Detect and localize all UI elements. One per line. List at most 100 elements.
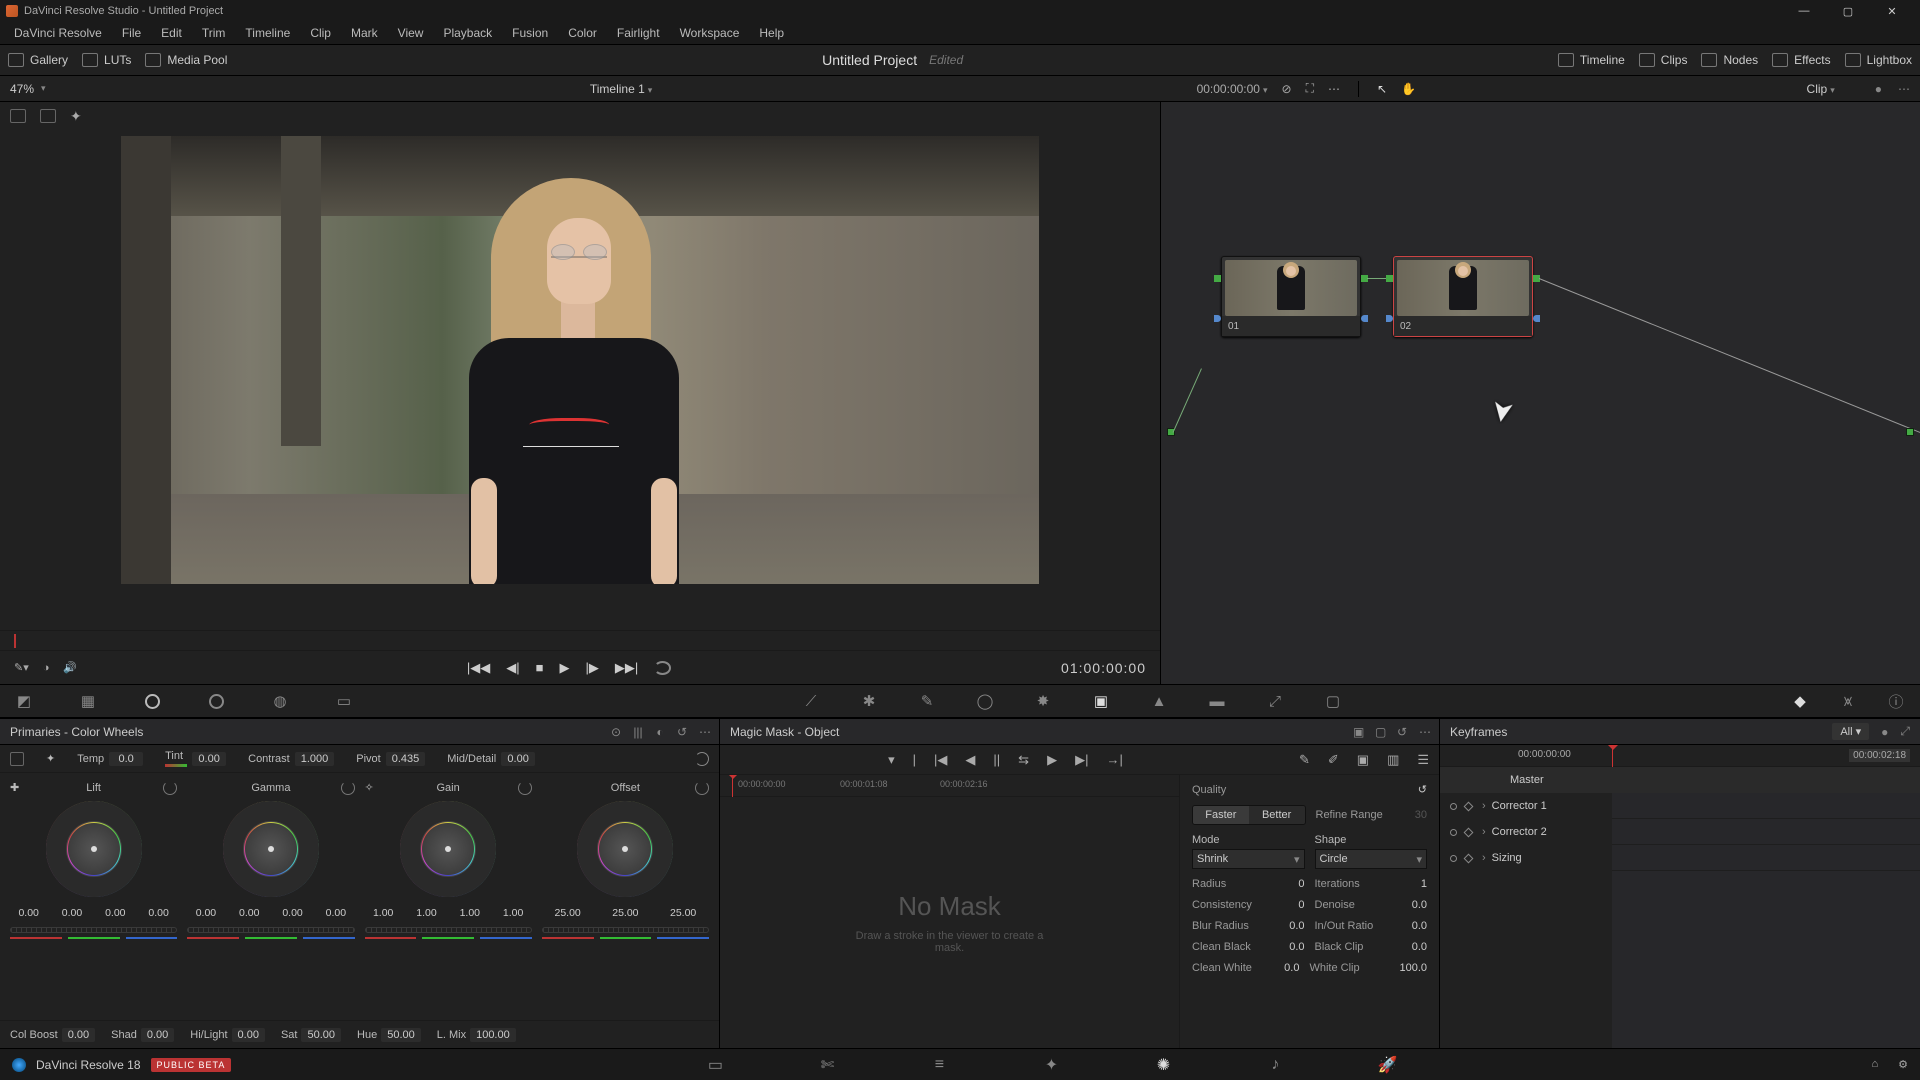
menu-clip[interactable]: Clip: [300, 24, 341, 42]
picker-icon[interactable]: ✧: [365, 781, 379, 795]
menu-playback[interactable]: Playback: [433, 24, 502, 42]
minimize-button[interactable]: —: [1782, 0, 1826, 22]
log-mode-icon[interactable]: ◐: [655, 725, 665, 739]
project-settings-icon[interactable]: ⚙: [1898, 1058, 1908, 1071]
track-end-icon[interactable]: →|: [1106, 752, 1122, 767]
faster-option[interactable]: Faster: [1193, 806, 1249, 824]
prev-clip-button[interactable]: |◀◀: [467, 660, 490, 676]
hue-value[interactable]: 50.00: [381, 1028, 421, 1042]
keyframe-ruler[interactable]: 00:00:00:00 00:00:02:18: [1440, 745, 1920, 767]
menu-fairlight[interactable]: Fairlight: [607, 24, 670, 42]
reset-icon[interactable]: [341, 781, 355, 795]
highlight-icon[interactable]: ✦: [70, 108, 82, 125]
clips-toggle[interactable]: Clips: [1639, 53, 1688, 67]
tracker-icon[interactable]: ✸: [1033, 692, 1053, 710]
gain-y[interactable]: 1.00: [365, 907, 402, 919]
mask-type-icon[interactable]: ▣: [1353, 725, 1363, 739]
kf-row[interactable]: ›Corrector 2: [1440, 819, 1920, 845]
reset-icon[interactable]: ↺: [1397, 725, 1407, 739]
lift-b[interactable]: 0.00: [140, 907, 177, 919]
reset-icon[interactable]: [163, 781, 177, 795]
media-pool-toggle[interactable]: Media Pool: [145, 53, 227, 67]
kf-dot-icon[interactable]: ●: [1881, 725, 1888, 739]
gain-jog[interactable]: [365, 927, 532, 933]
node-menu-icon[interactable]: ⋯: [1898, 82, 1910, 96]
timeline-select[interactable]: Timeline 1: [590, 82, 652, 96]
offset-jog[interactable]: [542, 927, 709, 933]
gamma-jog[interactable]: [187, 927, 354, 933]
cut-page-icon[interactable]: ✄: [816, 1054, 838, 1076]
contrast-value[interactable]: 1.000: [295, 752, 335, 766]
lift-jog[interactable]: [10, 927, 177, 933]
node-canvas[interactable]: 01 02: [1161, 128, 1920, 684]
offset-r[interactable]: 25.00: [542, 907, 594, 919]
blur-icon[interactable]: ▲: [1149, 692, 1169, 710]
sizing-icon[interactable]: ⤢: [1265, 692, 1285, 710]
quality-toggle[interactable]: FasterBetter: [1192, 805, 1306, 825]
panel-menu-icon[interactable]: ⋯: [699, 725, 709, 739]
magic-mask-icon[interactable]: ▣: [1091, 692, 1111, 710]
node-01[interactable]: 01: [1221, 256, 1361, 337]
bypass-icon[interactable]: ⊘: [1282, 82, 1292, 96]
mute-icon[interactable]: 🔊: [63, 661, 77, 674]
consist-value[interactable]: 0: [1298, 899, 1304, 911]
menu-color[interactable]: Color: [558, 24, 607, 42]
shape-select[interactable]: Circle: [1315, 849, 1428, 869]
bars-mode-icon[interactable]: |||: [633, 725, 643, 739]
unmix-icon[interactable]: ◑: [43, 662, 50, 674]
tint-value[interactable]: 0.00: [192, 752, 226, 766]
gamma-y[interactable]: 0.00: [187, 907, 224, 919]
mask-timeline[interactable]: 00:00:00:00 00:00:01:08 00:00:02:16: [720, 775, 1179, 797]
playhead-icon[interactable]: [14, 634, 16, 648]
reset-icon[interactable]: [518, 781, 532, 795]
iter-value[interactable]: 1: [1421, 878, 1427, 890]
shad-value[interactable]: 0.00: [141, 1028, 174, 1042]
invert-icon[interactable]: |: [913, 752, 916, 767]
next-clip-button[interactable]: ▶▶|: [615, 660, 638, 676]
track-stop-icon[interactable]: ||: [993, 752, 1000, 767]
window-icon[interactable]: ◯: [975, 692, 995, 710]
motion-effects-icon[interactable]: ▭: [334, 692, 354, 710]
color-warper-icon[interactable]: ✱: [859, 692, 879, 710]
offset-wheel[interactable]: [577, 801, 673, 897]
toggle-overlay-icon[interactable]: ▥: [1387, 752, 1399, 768]
expand-icon[interactable]: ⤢: [1900, 724, 1910, 739]
cwhite-value[interactable]: 0.0: [1284, 962, 1299, 974]
mask-type2-icon[interactable]: ▢: [1375, 725, 1385, 739]
track-bidir-icon[interactable]: ⇆: [1018, 752, 1029, 768]
hdr-grade-icon[interactable]: [206, 692, 226, 710]
gain-r[interactable]: 1.00: [408, 907, 445, 919]
keyframes-panel-icon[interactable]: ◆: [1790, 692, 1810, 710]
eyedropper-icon[interactable]: ✎▾: [14, 661, 29, 674]
qualifier-icon[interactable]: ✎: [917, 692, 937, 710]
hand-tool-icon[interactable]: ✋: [1401, 82, 1416, 96]
pointer-tool-icon[interactable]: ↖: [1377, 82, 1387, 96]
middetail-value[interactable]: 0.00: [501, 752, 535, 766]
pivot-value[interactable]: 0.435: [386, 752, 426, 766]
colboost-value[interactable]: 0.00: [62, 1028, 95, 1042]
track-prev-icon[interactable]: |◀: [934, 752, 947, 768]
menu-davinci[interactable]: DaVinci Resolve: [4, 24, 112, 42]
wheels-mode-icon[interactable]: ⊙: [611, 725, 621, 739]
sat-value[interactable]: 50.00: [301, 1028, 341, 1042]
effects-toggle[interactable]: Effects: [1772, 53, 1830, 67]
kf-row[interactable]: ›Sizing: [1440, 845, 1920, 871]
maximize-button[interactable]: ▢: [1826, 0, 1870, 22]
media-page-icon[interactable]: ▭: [704, 1054, 726, 1076]
viewer[interactable]: [0, 130, 1160, 630]
temp-value[interactable]: 0.0: [109, 752, 143, 766]
stroke-sub-icon[interactable]: ✐: [1328, 752, 1339, 768]
reset-icon[interactable]: [695, 781, 709, 795]
quality-reset-icon[interactable]: ↺: [1418, 783, 1427, 796]
rgb-mixer-icon[interactable]: ◍: [270, 692, 290, 710]
gamma-r[interactable]: 0.00: [231, 907, 268, 919]
gain-wheel[interactable]: [400, 801, 496, 897]
zoom-select[interactable]: 47%: [10, 82, 46, 96]
menu-help[interactable]: Help: [749, 24, 794, 42]
track-fwd-icon[interactable]: ▶: [1047, 752, 1057, 768]
menu-view[interactable]: View: [388, 24, 434, 42]
close-button[interactable]: ✕: [1870, 0, 1914, 22]
3d-icon[interactable]: ▢: [1323, 692, 1343, 710]
top-reset-icon[interactable]: [695, 752, 709, 766]
offset-b[interactable]: 25.00: [657, 907, 709, 919]
